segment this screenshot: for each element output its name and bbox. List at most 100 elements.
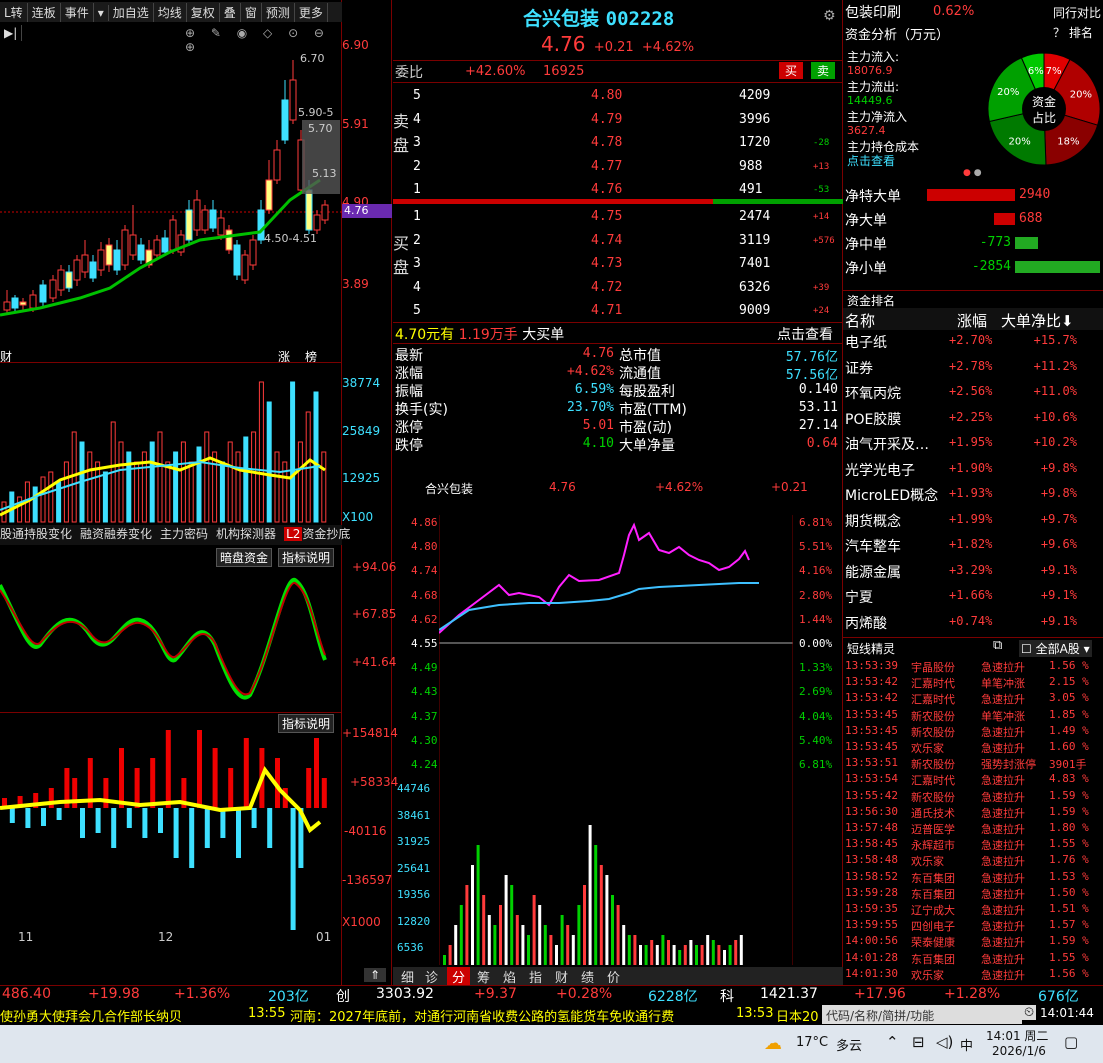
chevron-up-icon[interactable]: ⌃ [886, 1033, 899, 1051]
rank-name[interactable]: 丙烯酸 [845, 613, 887, 633]
rank-name[interactable]: 油气开采及… [845, 434, 929, 454]
book-price[interactable]: 4.72 [591, 280, 622, 295]
book-price[interactable]: 4.79 [591, 112, 622, 127]
rank-name[interactable]: 环氧丙烷 [845, 383, 901, 403]
rank-button[interactable]: ？ 排名 [1053, 24, 1093, 41]
tab-chou[interactable]: 筹 [477, 967, 490, 986]
book-price[interactable]: 4.80 [591, 88, 622, 103]
network-icon[interactable]: ⊟ [912, 1033, 925, 1051]
volume-bar [297, 441, 303, 523]
compare-button[interactable]: 同行对比 [1053, 4, 1101, 21]
rank-name[interactable]: MicroLED概念 [845, 485, 938, 505]
short-cell[interactable]: 辽宁成大 [911, 902, 955, 918]
book-price[interactable]: 4.71 [591, 303, 622, 318]
big-order-link[interactable]: 点击查看 [777, 324, 833, 344]
tab-jia[interactable]: 价 [607, 967, 620, 986]
rank-name[interactable]: 能源金属 [845, 562, 901, 582]
short-cell[interactable]: 通氏技术 [911, 805, 955, 821]
rank-name[interactable]: POE胶膜 [845, 409, 901, 429]
short-cell[interactable]: 汇嘉时代 [911, 675, 955, 691]
book-price[interactable]: 4.78 [591, 135, 622, 150]
rank-col-net[interactable]: 大单净比⬇ [1001, 310, 1074, 331]
tb-item[interactable]: 均线 [154, 3, 187, 22]
tb-item[interactable]: 复权 [187, 3, 220, 22]
short-cell[interactable]: 汇嘉时代 [911, 691, 955, 707]
rank-name[interactable]: 光学光电子 [845, 460, 915, 480]
short-cell[interactable]: 迈普医学 [911, 821, 955, 837]
vol-tick: 12925 [342, 471, 381, 485]
dropdown-icon[interactable]: ▾ [94, 5, 109, 21]
book-price[interactable]: 4.77 [591, 159, 622, 174]
tb-item[interactable]: 预测 [262, 3, 295, 22]
short-cell[interactable]: 永辉超市 [911, 837, 955, 853]
tab-yan[interactable]: 焰 [503, 967, 516, 986]
tab-jigou[interactable]: 机构探测器 [216, 527, 284, 541]
candle-body [321, 204, 329, 221]
search-input[interactable]: 代码/名称/简拼/功能 [822, 1005, 1022, 1024]
tab-zhuli[interactable]: 主力密码 [160, 527, 216, 541]
buy-button[interactable]: 买 [779, 62, 804, 79]
short-cell[interactable]: 四创电子 [911, 918, 955, 934]
intraday-pct-tick: 5.40% [799, 733, 833, 747]
book-volume: 6326 [739, 279, 771, 295]
rank-name[interactable]: 宁夏 [845, 587, 873, 607]
tb-item[interactable]: L转 [0, 3, 28, 22]
short-cell[interactable]: 新农股份 [911, 756, 955, 772]
weather-icon[interactable]: ☁ [764, 1033, 782, 1054]
rank-name[interactable]: 汽车整车 [845, 536, 901, 556]
tb-item[interactable]: 连板 [28, 3, 61, 22]
tb-item[interactable]: 窗 [241, 3, 262, 22]
short-cell[interactable]: 新农股份 [911, 789, 955, 805]
ime-indicator[interactable]: 中 [960, 1035, 973, 1054]
scroll-up-icon[interactable]: ⇑ [364, 968, 387, 982]
short-cell[interactable]: 新农股份 [911, 708, 955, 724]
tb-item[interactable]: 更多 [295, 3, 328, 22]
intraday-tick: 4.74 [411, 564, 438, 578]
rank-col-name[interactable]: 名称 [845, 310, 875, 331]
short-cell[interactable]: 东百集团 [911, 870, 955, 886]
short-cell[interactable]: 汇嘉时代 [911, 772, 955, 788]
short-cell[interactable]: 东百集团 [911, 886, 955, 902]
volume-bar [63, 461, 69, 523]
book-price[interactable]: 4.76 [591, 182, 622, 197]
short-cell[interactable]: 宇晶股份 [911, 659, 955, 675]
expand-icon[interactable]: ⧉ [993, 638, 1002, 653]
tab-zhi[interactable]: 指 [529, 967, 542, 986]
cost-link[interactable]: 点击查看 [847, 152, 895, 169]
book-price[interactable]: 4.75 [591, 209, 622, 224]
rank-name[interactable]: 期货概念 [845, 511, 901, 531]
sell-button[interactable]: 卖 [811, 62, 836, 79]
rank-name[interactable]: 证券 [845, 358, 873, 378]
tab-cai[interactable]: 财 [555, 967, 568, 986]
tab-ji[interactable]: 绩 [581, 967, 594, 986]
tab-rongzi[interactable]: 融资融券变化 [80, 527, 160, 541]
tb-item[interactable]: 加自选 [109, 3, 154, 22]
market-select[interactable]: ☐ 全部A股 ▾ [1019, 640, 1092, 657]
volume-icon[interactable]: ◁) [936, 1033, 953, 1051]
tab-diag[interactable]: 诊 [425, 967, 438, 986]
intraday-vol-tick: 25641 [397, 861, 431, 875]
short-cell[interactable]: 东百集团 [911, 951, 955, 967]
short-cell: 1.53 % [1049, 869, 1089, 883]
rank-col-pct[interactable]: 涨幅 [957, 310, 987, 331]
tab-detail[interactable]: 细 [401, 967, 414, 986]
short-cell[interactable]: 欢乐家 [911, 740, 944, 756]
short-cell[interactable]: 欢乐家 [911, 967, 944, 983]
notification-icon[interactable]: ▢ [1064, 1033, 1078, 1051]
stat-label: 大单净量 [619, 438, 675, 454]
inflow-value: 18076.9 [847, 64, 893, 77]
tab-gutong[interactable]: 股通持股变化 [0, 527, 80, 541]
short-cell[interactable]: 荣泰健康 [911, 934, 955, 950]
collapse-icon[interactable]: ▶| [0, 25, 23, 41]
tb-item[interactable]: 事件 [61, 3, 94, 22]
book-price[interactable]: 4.73 [591, 256, 622, 271]
tab-fen[interactable]: 分 [447, 967, 471, 986]
rank-name[interactable]: 电子纸 [845, 332, 887, 352]
sector-name[interactable]: 包装印刷 [845, 2, 901, 22]
book-price[interactable]: 4.74 [591, 233, 622, 248]
short-cell[interactable]: 欢乐家 [911, 853, 944, 869]
tb-item[interactable]: 叠 [220, 3, 241, 22]
short-cell[interactable]: 新农股份 [911, 724, 955, 740]
settings-icon[interactable]: ⚙ [823, 8, 836, 24]
short-cell: 急速拉升 [981, 936, 1025, 950]
